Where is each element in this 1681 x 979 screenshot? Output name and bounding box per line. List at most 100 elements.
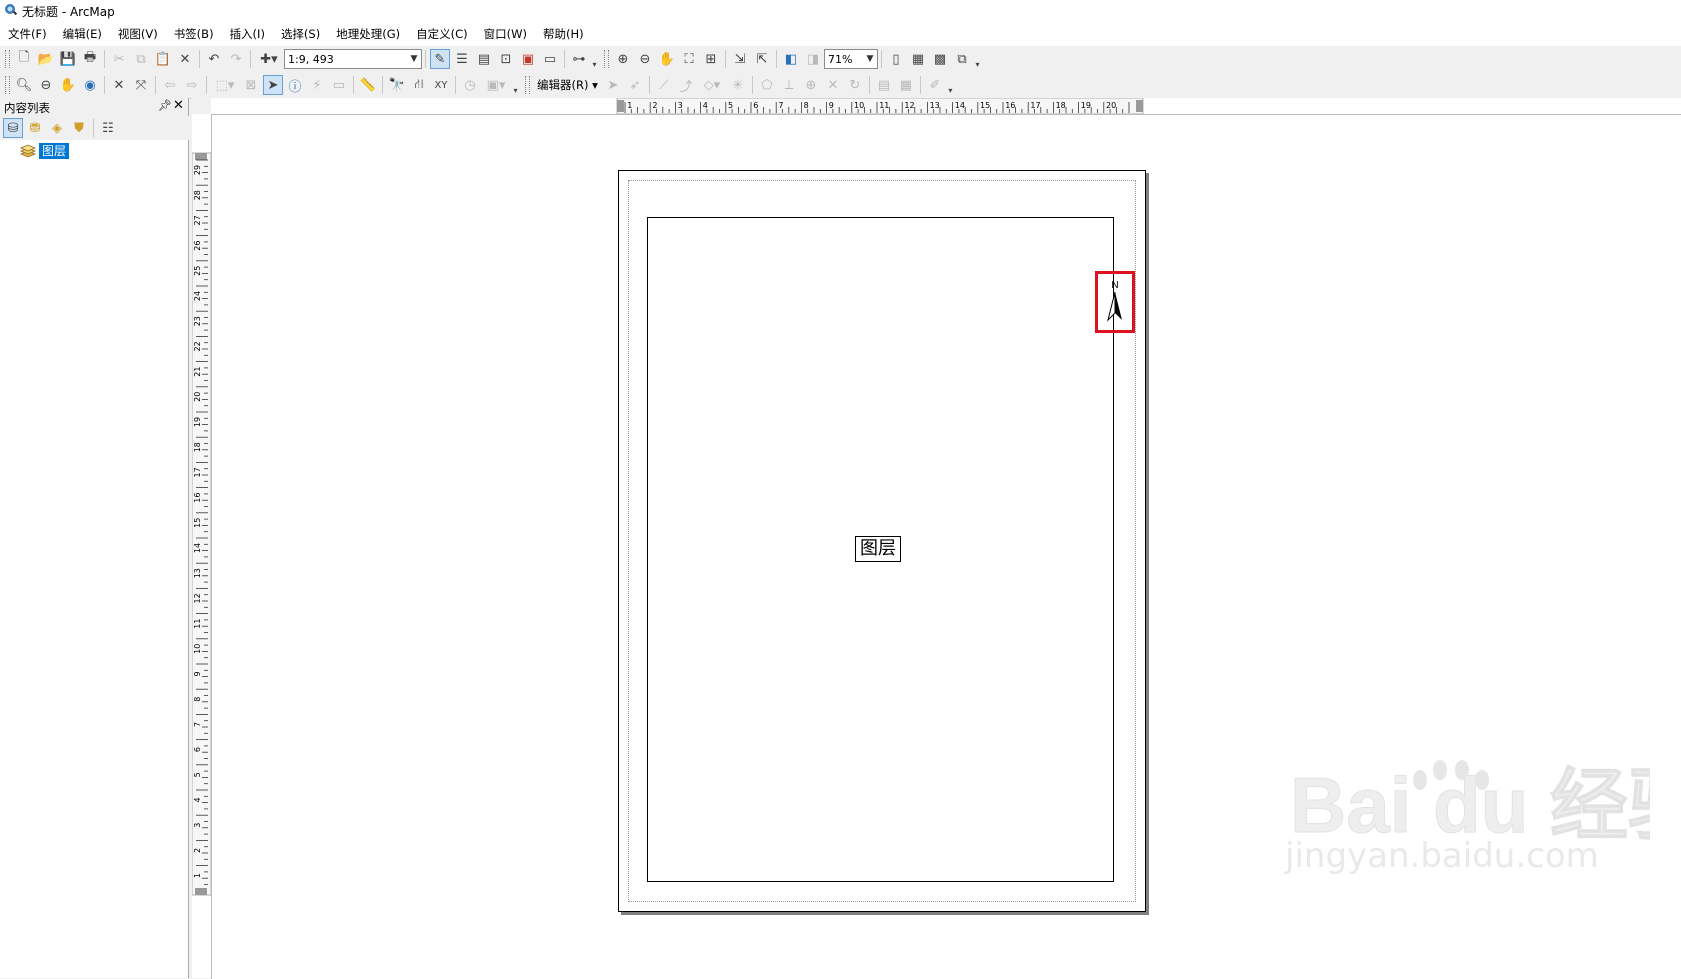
toc-window-icon[interactable]: ☰ bbox=[452, 49, 472, 69]
attributes-icon[interactable]: ▤ bbox=[874, 75, 894, 95]
horizontal-ruler[interactable]: 1 2 3 4 5 6 7 8 9 10 11 12 13 14 15 16 17 18 19 20 bbox=[211, 98, 1681, 114]
measure-icon[interactable]: 📏 bbox=[358, 75, 378, 95]
copy-icon[interactable]: ⧉ bbox=[131, 49, 151, 69]
full-extent-icon[interactable]: ◉ bbox=[80, 75, 100, 95]
menu-selection[interactable]: 选择(S) bbox=[273, 22, 328, 46]
edit-vertices-icon[interactable]: ⬠ bbox=[757, 75, 777, 95]
menu-insert[interactable]: 插入(I) bbox=[222, 22, 273, 46]
construction-tools-icon[interactable]: ◇▾ bbox=[698, 75, 726, 95]
close-icon[interactable]: ✕ bbox=[173, 98, 184, 113]
toolbar-options-icon[interactable]: ▾ bbox=[590, 49, 599, 69]
redo-icon[interactable]: ↷ bbox=[226, 49, 246, 69]
list-by-selection-icon[interactable]: ⛊ bbox=[69, 118, 89, 138]
menu-windows[interactable]: 窗口(W) bbox=[476, 22, 535, 46]
toolbar-options-icon[interactable]: ▾ bbox=[973, 49, 982, 69]
layer-label[interactable]: 图层 bbox=[39, 143, 70, 159]
save-icon[interactable]: 💾 bbox=[58, 49, 78, 69]
paste-icon[interactable]: 📋 bbox=[153, 49, 173, 69]
add-data-icon[interactable]: ✚▾ bbox=[255, 49, 283, 69]
next-extent-icon[interactable]: ◨ bbox=[803, 49, 823, 69]
zoom-whole-page-icon[interactable]: ⛶ bbox=[679, 49, 699, 69]
menu-customize[interactable]: 自定义(C) bbox=[408, 22, 476, 46]
menu-geoprocessing[interactable]: 地理处理(G) bbox=[328, 22, 408, 46]
new-document-icon[interactable]: 🗋 bbox=[14, 49, 34, 69]
layout-zoom-in-icon[interactable]: ⊕ bbox=[613, 49, 633, 69]
cut-icon[interactable]: ✂ bbox=[109, 49, 129, 69]
clear-selection-icon[interactable]: ⊠ bbox=[241, 75, 261, 95]
change-layout-icon[interactable]: ▩ bbox=[930, 49, 950, 69]
identify-icon[interactable]: ⓘ bbox=[285, 75, 305, 95]
find-route-icon[interactable]: ⛙ bbox=[409, 75, 429, 95]
arctoolbox-icon[interactable]: ▣ bbox=[518, 49, 538, 69]
search-window-icon[interactable]: ⊡ bbox=[496, 49, 516, 69]
toolbar-options-icon[interactable]: ▾ bbox=[946, 75, 955, 95]
straight-segment-icon[interactable]: ⟋ bbox=[654, 75, 674, 95]
menu-edit[interactable]: 编辑(E) bbox=[55, 22, 110, 46]
pin-icon[interactable]: 📌︎ bbox=[158, 99, 172, 112]
list-by-source-icon[interactable]: ⛃ bbox=[25, 118, 45, 138]
create-viewer-window-icon[interactable]: ▣▾ bbox=[482, 75, 510, 95]
data-frame[interactable]: 图层 N bbox=[647, 217, 1135, 882]
layout-zoom-out-icon[interactable]: ⊖ bbox=[635, 49, 655, 69]
python-window-icon[interactable]: ▭ bbox=[540, 49, 560, 69]
toolbar-grip[interactable] bbox=[5, 50, 10, 68]
north-arrow-highlight[interactable]: N bbox=[1095, 271, 1135, 333]
endpoint-arc-icon[interactable]: ⤴ bbox=[676, 75, 696, 95]
layout-zoom-combo[interactable]: 71% ▼ bbox=[824, 49, 878, 69]
menu-help[interactable]: 帮助(H) bbox=[535, 22, 592, 46]
find-icon[interactable]: 🔭 bbox=[387, 75, 407, 95]
select-features-icon[interactable]: ⬚▾ bbox=[211, 75, 239, 95]
menu-view[interactable]: 视图(V) bbox=[110, 22, 166, 46]
fixed-zoom-in-icon[interactable]: ⇲ bbox=[730, 49, 750, 69]
hyperlink-icon[interactable]: ⚡ bbox=[307, 75, 327, 95]
undo-icon[interactable]: ↶ bbox=[204, 49, 224, 69]
editor-toolbar-toggle-icon[interactable]: ✎ bbox=[430, 49, 450, 69]
split-tool-icon[interactable]: ✕ bbox=[823, 75, 843, 95]
zoom-in-icon[interactable]: 🔍︎ bbox=[14, 75, 34, 95]
trace-icon[interactable]: ✳ bbox=[728, 75, 748, 95]
toggle-draft-mode-icon[interactable]: ▯ bbox=[886, 49, 906, 69]
menu-bookmarks[interactable]: 书签(B) bbox=[166, 22, 222, 46]
rotate-tool-icon[interactable]: ↻ bbox=[845, 75, 865, 95]
layout-page[interactable]: 图层 N bbox=[618, 170, 1146, 912]
print-icon[interactable]: 🖶 bbox=[80, 49, 100, 69]
chevron-down-icon[interactable]: ▼ bbox=[407, 54, 421, 64]
time-slider-icon[interactable]: ◷ bbox=[460, 75, 480, 95]
create-features-icon[interactable]: ✐ bbox=[925, 75, 945, 95]
delete-icon[interactable]: ✕ bbox=[175, 49, 195, 69]
cut-polygons-icon[interactable]: ⊕ bbox=[801, 75, 821, 95]
model-builder-icon[interactable]: ⊶ bbox=[569, 49, 589, 69]
go-forward-extent-icon[interactable]: ⇨ bbox=[182, 75, 202, 95]
zoom-out-icon[interactable]: ⊖ bbox=[36, 75, 56, 95]
zoom-100-percent-icon[interactable]: ⊞ bbox=[701, 49, 721, 69]
go-back-extent-icon[interactable]: ⇦ bbox=[160, 75, 180, 95]
edit-tool-icon[interactable]: ➤ bbox=[603, 75, 623, 95]
layout-pan-icon[interactable]: ✋ bbox=[657, 49, 677, 69]
chevron-down-icon[interactable]: ▼ bbox=[863, 54, 877, 64]
sketch-properties-icon[interactable]: ▦ bbox=[896, 75, 916, 95]
fixed-zoom-out-map-icon[interactable]: ⤧ bbox=[131, 75, 151, 95]
toolbar-grip[interactable] bbox=[604, 50, 609, 68]
list-by-drawing-order-icon[interactable]: ⛁ bbox=[3, 118, 23, 138]
data-driven-pages-icon[interactable]: ⧉ bbox=[952, 49, 972, 69]
editor-menu[interactable]: 编辑器(R) ▾ bbox=[533, 77, 602, 93]
select-elements-icon[interactable]: ➤ bbox=[263, 75, 283, 95]
toolbar-grip[interactable] bbox=[525, 76, 530, 94]
previous-extent-icon[interactable]: ◧ bbox=[781, 49, 801, 69]
toolbar-options-icon[interactable]: ▾ bbox=[511, 75, 520, 95]
toolbar-grip[interactable] bbox=[5, 76, 10, 94]
open-folder-icon[interactable]: 📂 bbox=[36, 49, 56, 69]
toc-options-icon[interactable]: ☷ bbox=[98, 118, 118, 138]
fixed-zoom-out-icon[interactable]: ⇱ bbox=[752, 49, 772, 69]
fixed-zoom-in-map-icon[interactable]: ✕ bbox=[109, 75, 129, 95]
pan-icon[interactable]: ✋ bbox=[58, 75, 78, 95]
focus-data-frame-icon[interactable]: ▦ bbox=[908, 49, 928, 69]
go-to-xy-icon[interactable]: XY bbox=[431, 75, 451, 95]
html-popup-icon[interactable]: ▭ bbox=[329, 75, 349, 95]
edit-annotation-icon[interactable]: ➶ bbox=[625, 75, 645, 95]
layer-tree-item[interactable]: 图层 bbox=[20, 143, 70, 159]
reshape-feature-icon[interactable]: ⟂ bbox=[779, 75, 799, 95]
menu-file[interactable]: 文件(F) bbox=[0, 22, 55, 46]
catalog-window-icon[interactable]: ▤ bbox=[474, 49, 494, 69]
map-scale-combo[interactable]: 1:9, 493 ▼ bbox=[284, 49, 422, 69]
